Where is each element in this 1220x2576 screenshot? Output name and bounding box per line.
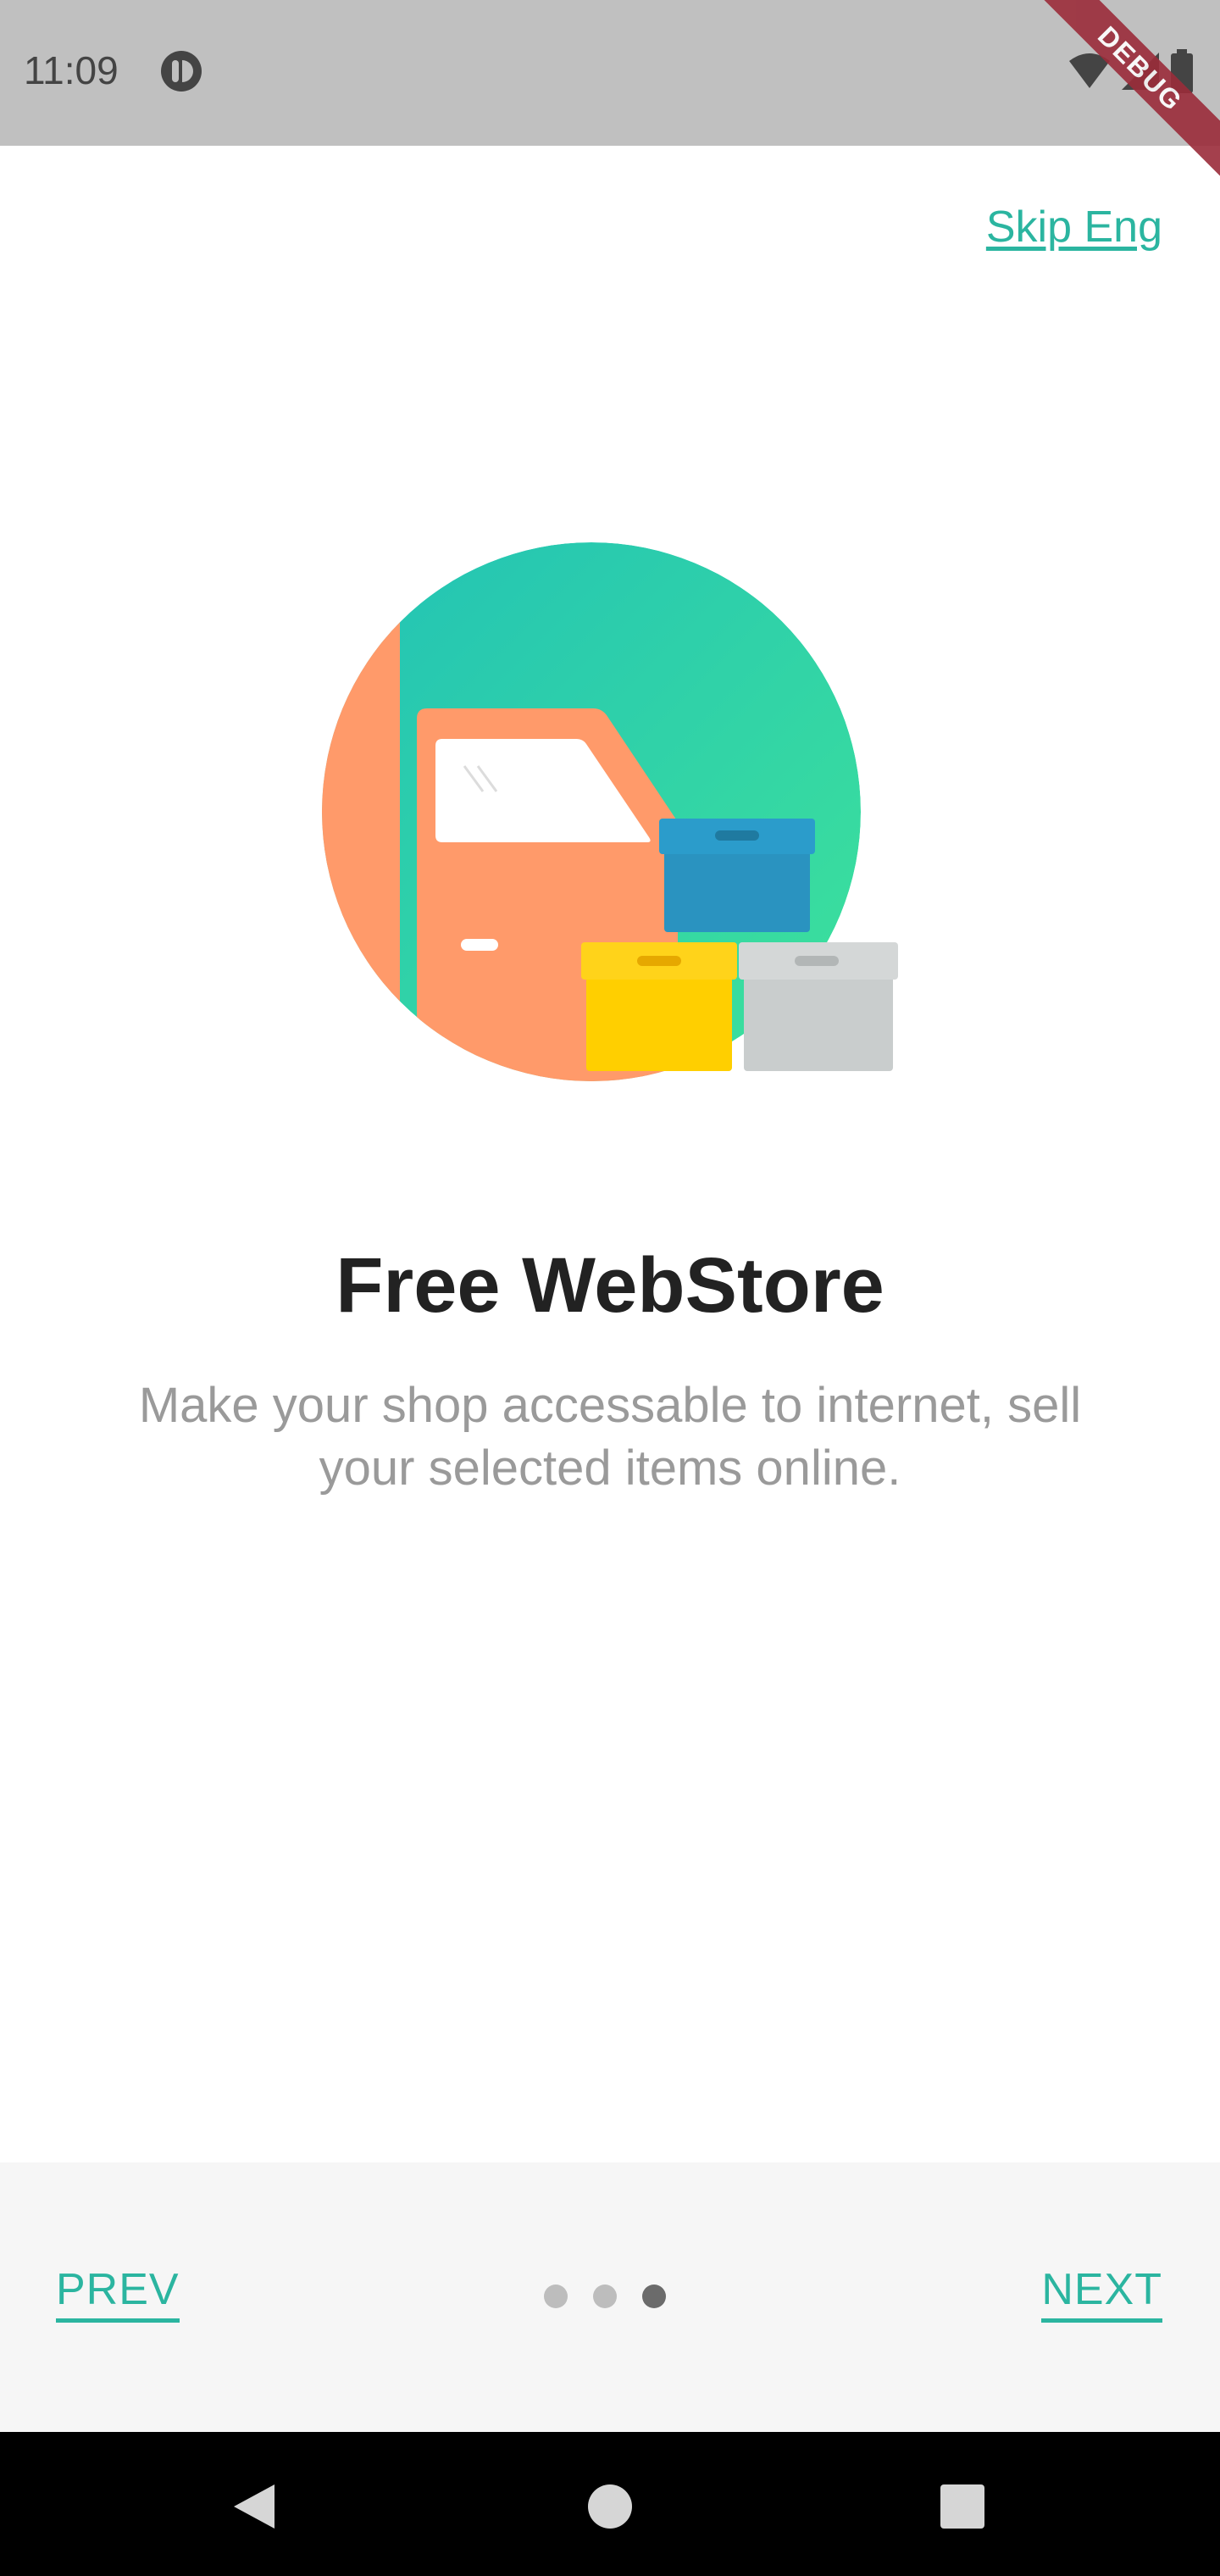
skip-link[interactable]: Skip Eng (986, 202, 1162, 253)
status-time: 11:09 (24, 48, 119, 92)
prev-button[interactable]: PREV (56, 2264, 180, 2323)
recents-square-icon[interactable] (939, 2481, 986, 2532)
next-button[interactable]: NEXT (1041, 2264, 1162, 2323)
page-indicator (544, 2285, 666, 2308)
status-bar: 11:09 DEBUG (0, 0, 1220, 197)
app-status-icon (161, 51, 202, 92)
page-dot-1[interactable] (544, 2285, 568, 2308)
delivery-truck-boxes-illustration (322, 542, 898, 1081)
page-dot-2[interactable] (593, 2285, 617, 2308)
slide-title: Free WebStore (336, 1242, 884, 1329)
home-circle-icon[interactable] (585, 2481, 635, 2532)
onboarding-footer: PREV NEXT (0, 2162, 1220, 2432)
debug-banner: DEBUG (1012, 0, 1220, 197)
page-dot-3[interactable] (642, 2285, 666, 2308)
back-triangle-icon[interactable] (229, 2481, 280, 2532)
system-nav-bar (0, 2432, 1220, 2576)
slide-description: Make your shop accessable to internet, s… (138, 1378, 1082, 1496)
